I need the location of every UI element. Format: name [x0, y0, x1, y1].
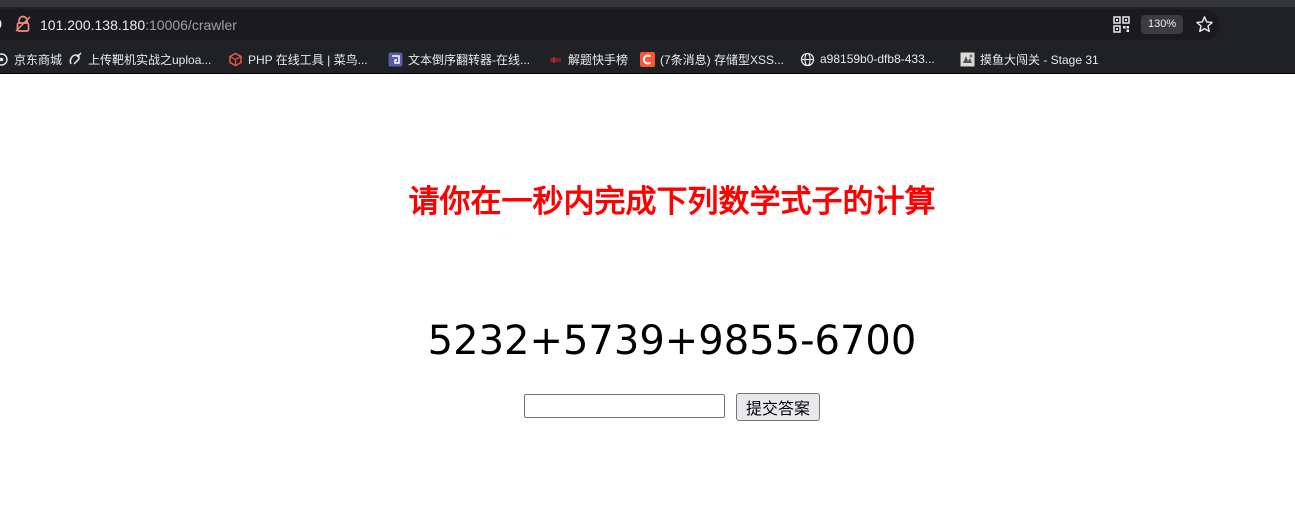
zoom-indicator[interactable]: 130%	[1141, 15, 1184, 34]
upload-lab-icon	[69, 51, 82, 65]
url-text[interactable]: 101.200.138.180:10006/crawler	[40, 17, 237, 33]
answer-input[interactable]	[524, 394, 725, 418]
lock-icon[interactable]	[14, 15, 32, 33]
jd-icon	[0, 52, 8, 66]
bookmark-ranking[interactable]: 解题快手榜	[548, 48, 628, 70]
page-title: 请你在一秒内完成下列数学式子的计算	[408, 184, 936, 220]
bookmark-label: 解题快手榜	[568, 52, 629, 67]
star-icon[interactable]	[1195, 15, 1214, 34]
url-host: 101.200.138.180	[40, 17, 146, 33]
browser-chrome: 101.200.138.180:10006/crawler 130% 京东商城 …	[0, 0, 1295, 74]
bookmark-jd[interactable]: 京东商城	[0, 48, 62, 70]
bookmark-label: a98159b0-dfb8-433...	[820, 52, 935, 66]
submit-answer-button[interactable]: 提交答案	[736, 393, 820, 421]
tab-strip	[0, 0, 1295, 7]
bookmark-label: PHP 在线工具 | 菜鸟...	[248, 52, 368, 67]
runoob-icon	[229, 52, 242, 66]
bookmark-reverse-text[interactable]: 文本倒序翻转器-在线...	[388, 48, 530, 70]
game-icon	[960, 52, 975, 66]
bookmark-label: 上传靶机实战之uploa...	[88, 52, 212, 67]
chrome-divider	[0, 73, 1295, 74]
csdn-icon	[640, 51, 655, 67]
bookmark-upload-lab[interactable]: 上传靶机实战之uploa...	[68, 48, 211, 70]
bookmark-uuid-page[interactable]: a98159b0-dfb8-433...	[800, 48, 935, 70]
bookmark-stage[interactable]: 摸鱼大闯关 - Stage 31	[960, 48, 1099, 70]
ranking-icon	[550, 56, 561, 63]
bookmark-label: 摸鱼大闯关 - Stage 31	[980, 52, 1099, 67]
qr-code-icon[interactable]	[1113, 16, 1130, 33]
bookmark-runoob[interactable]: PHP 在线工具 | 菜鸟...	[228, 48, 368, 70]
bookmark-label: (7条消息) 存储型XSS...	[660, 52, 785, 67]
reverse-text-icon	[388, 52, 403, 66]
bookmark-label: 京东商城	[14, 52, 63, 67]
bookmark-label: 文本倒序翻转器-在线...	[408, 52, 530, 67]
url-path: :10006/crawler	[145, 17, 237, 33]
globe-icon	[800, 52, 815, 66]
reload-icon[interactable]	[0, 16, 6, 32]
address-bar[interactable]: 101.200.138.180:10006/crawler 130%	[0, 9, 1220, 40]
bookmark-csdn[interactable]: (7条消息) 存储型XSS...	[640, 48, 784, 70]
bookmarks-bar: 京东商城 上传靶机实战之uploa... PHP 在线工具 | 菜鸟... 文本…	[0, 48, 1295, 70]
math-expression: 5232+5739+9855-6700	[427, 318, 917, 364]
